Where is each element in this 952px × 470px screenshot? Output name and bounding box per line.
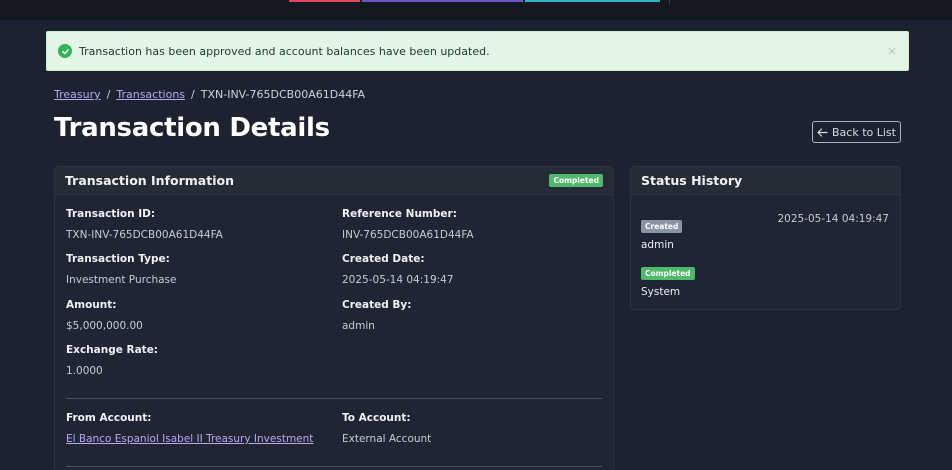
field-label: Exchange Rate: xyxy=(66,344,159,356)
field-label: Reference Number: xyxy=(342,208,457,220)
field-label: Transaction ID: xyxy=(66,208,156,220)
breadcrumb-treasury[interactable]: Treasury xyxy=(54,88,101,101)
page-title: Transaction Details xyxy=(54,113,330,143)
field-value: Investment Purchase xyxy=(66,274,177,286)
divider xyxy=(66,398,602,399)
field-value: External Account xyxy=(342,433,432,445)
field-amount: Amount: $5,000,000.00 xyxy=(66,299,143,332)
status-timestamp: 2025-05-14 04:19:47 xyxy=(777,213,889,225)
breadcrumb-separator: / xyxy=(191,88,195,101)
status-user: System xyxy=(641,286,681,298)
back-button-label: Back to List xyxy=(832,125,896,139)
field-label: Transaction Type: xyxy=(66,253,170,265)
status-badge: Completed xyxy=(641,267,695,280)
nav-segment-cyan[interactable] xyxy=(525,0,660,2)
field-value: INV-765DCB00A61D44FA xyxy=(342,229,474,241)
field-value: 1.0000 xyxy=(66,365,103,377)
field-transaction-type: Transaction Type: Investment Purchase xyxy=(66,253,177,286)
nav-divider xyxy=(669,0,670,4)
field-created-by: Created By: admin xyxy=(342,299,411,332)
status-badge: Completed xyxy=(549,174,603,187)
breadcrumb: Treasury / Transactions / TXN-INV-765DCB… xyxy=(54,88,365,101)
breadcrumb-transactions[interactable]: Transactions xyxy=(116,88,185,101)
success-alert: Transaction has been approved and accoun… xyxy=(46,31,909,71)
field-label: Amount: xyxy=(66,299,117,311)
field-to-account: To Account: External Account xyxy=(342,412,431,445)
field-value: admin xyxy=(342,320,375,332)
field-reference-number: Reference Number: INV-765DCB00A61D44FA xyxy=(342,208,474,241)
field-from-account: From Account: El Banco Espaniol Isabel I… xyxy=(66,412,313,445)
field-label: Created Date: xyxy=(342,253,425,265)
transaction-info-card: Transaction Information Completed Transa… xyxy=(54,166,614,470)
check-circle-icon xyxy=(58,44,72,58)
nav-segment-purple[interactable] xyxy=(362,0,523,2)
close-icon[interactable]: × xyxy=(887,44,897,58)
breadcrumb-current: TXN-INV-765DCB00A61D44FA xyxy=(200,88,366,101)
field-label: Created By: xyxy=(342,299,412,311)
card-header: Status History xyxy=(631,167,900,195)
breadcrumb-separator: / xyxy=(106,88,111,101)
field-exchange-rate: Exchange Rate: 1.0000 xyxy=(66,344,158,377)
field-label: To Account: xyxy=(342,412,411,424)
status-entry: Created admin xyxy=(641,214,683,251)
from-account-link[interactable]: El Banco Espaniol Isabel II Treasury Inv… xyxy=(66,433,313,445)
back-to-list-button[interactable]: Back to List xyxy=(812,121,901,143)
nav-segment-red[interactable] xyxy=(289,0,360,2)
field-value: TXN-INV-765DCB00A61D44FA xyxy=(66,229,223,241)
status-entry: Completed System xyxy=(641,261,695,298)
status-badge: Created xyxy=(641,220,683,233)
alert-message: Transaction has been approved and accoun… xyxy=(79,44,490,58)
top-navbar xyxy=(0,0,952,20)
card-title: Transaction Information xyxy=(65,173,234,188)
card-header: Transaction Information Completed xyxy=(55,167,613,195)
status-history-card: Status History Created admin 2025-05-14 … xyxy=(630,166,901,310)
field-label: From Account: xyxy=(66,412,152,424)
card-title: Status History xyxy=(641,173,743,188)
status-user: admin xyxy=(641,239,674,251)
field-created-date: Created Date: 2025-05-14 04:19:47 xyxy=(342,253,454,286)
field-value: 2025-05-14 04:19:47 xyxy=(342,274,454,286)
field-value: $5,000,000.00 xyxy=(66,320,143,332)
divider xyxy=(66,466,602,467)
field-transaction-id: Transaction ID: TXN-INV-765DCB00A61D44FA xyxy=(66,208,223,241)
arrow-left-icon xyxy=(817,127,828,137)
